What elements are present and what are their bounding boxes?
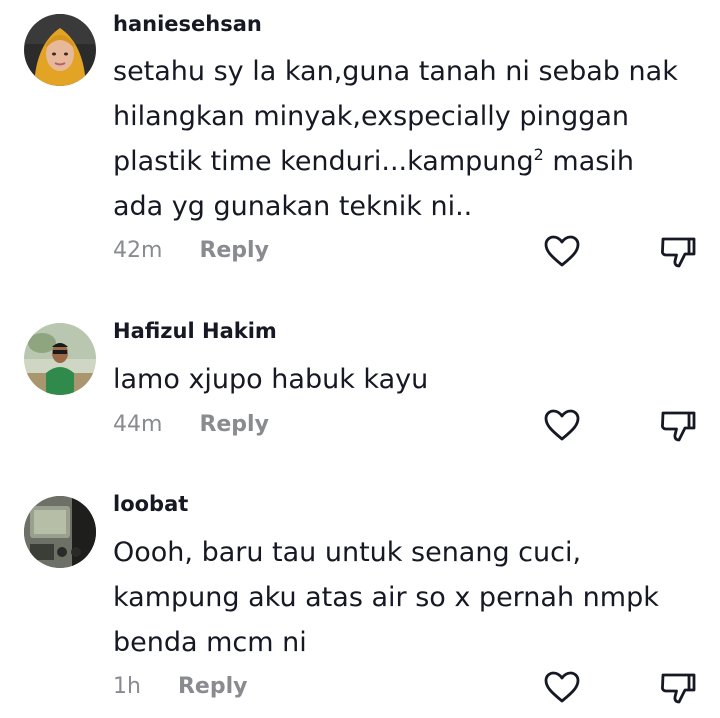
avatar-device-photo-icon: [24, 496, 96, 568]
comment-text-line: benda mcm ni: [113, 627, 307, 658]
thumbs-down-outline-icon[interactable]: [658, 232, 698, 272]
avatar-man-green-shirt-icon: [24, 323, 96, 395]
comment-username[interactable]: haniesehsan: [113, 12, 262, 36]
thumbs-down-outline-icon[interactable]: [658, 406, 698, 446]
comment-text-line: setahu sy la kan,guna tanah ni sebab nak: [113, 56, 678, 87]
heart-outline-icon[interactable]: [542, 668, 582, 708]
comment-meta: 1h Reply: [113, 674, 247, 699]
comment-text-line: plastik time kenduri...kampung2 masih: [113, 139, 703, 184]
reply-button[interactable]: Reply: [178, 674, 248, 699]
comment-meta: 42m Reply: [113, 238, 269, 263]
heart-outline-icon[interactable]: [542, 406, 582, 446]
comment-meta: 44m Reply: [113, 412, 269, 437]
comment-timestamp: 42m: [113, 238, 163, 263]
comment-text-line: ada yg gunakan teknik ni..: [113, 191, 473, 222]
comment-text-line: hilangkan minyak,exspecially pinggan: [113, 101, 630, 132]
comment-username[interactable]: loobat: [113, 492, 188, 516]
comment-item: haniesehsan setahu sy la kan,guna tanah …: [0, 0, 720, 290]
avatar[interactable]: [24, 323, 96, 395]
comment-text-superscript: 2: [533, 145, 544, 164]
avatar[interactable]: [24, 14, 96, 86]
avatar-hijab-woman-icon: [24, 14, 96, 86]
comment-text: lamo xjupo habuk kayu: [113, 357, 703, 402]
comment-username[interactable]: Hafizul Hakim: [113, 319, 277, 343]
heart-outline-icon[interactable]: [542, 232, 582, 272]
comment-text-segment: masih: [543, 146, 634, 177]
comment-timestamp: 44m: [113, 412, 163, 437]
comment-text-line: Oooh, baru tau untuk senang cuci,: [113, 537, 582, 568]
comment-text: Oooh, baru tau untuk senang cuci, kampun…: [113, 530, 703, 665]
avatar[interactable]: [24, 496, 96, 568]
comment-text-line: lamo xjupo habuk kayu: [113, 364, 429, 395]
comment-timestamp: 1h: [113, 674, 141, 699]
comment-text: setahu sy la kan,guna tanah ni sebab nak…: [113, 49, 703, 229]
reply-button[interactable]: Reply: [199, 238, 269, 263]
thumbs-down-outline-icon[interactable]: [658, 668, 698, 708]
comment-item: Hafizul Hakim lamo xjupo habuk kayu 44m …: [0, 290, 720, 470]
comment-item: loobat Oooh, baru tau untuk senang cuci,…: [0, 470, 720, 718]
comment-text-segment: plastik time kenduri...kampung: [113, 146, 534, 177]
reply-button[interactable]: Reply: [199, 412, 269, 437]
comment-text-line: kampung aku atas air so x pernah nmpk: [113, 582, 659, 613]
